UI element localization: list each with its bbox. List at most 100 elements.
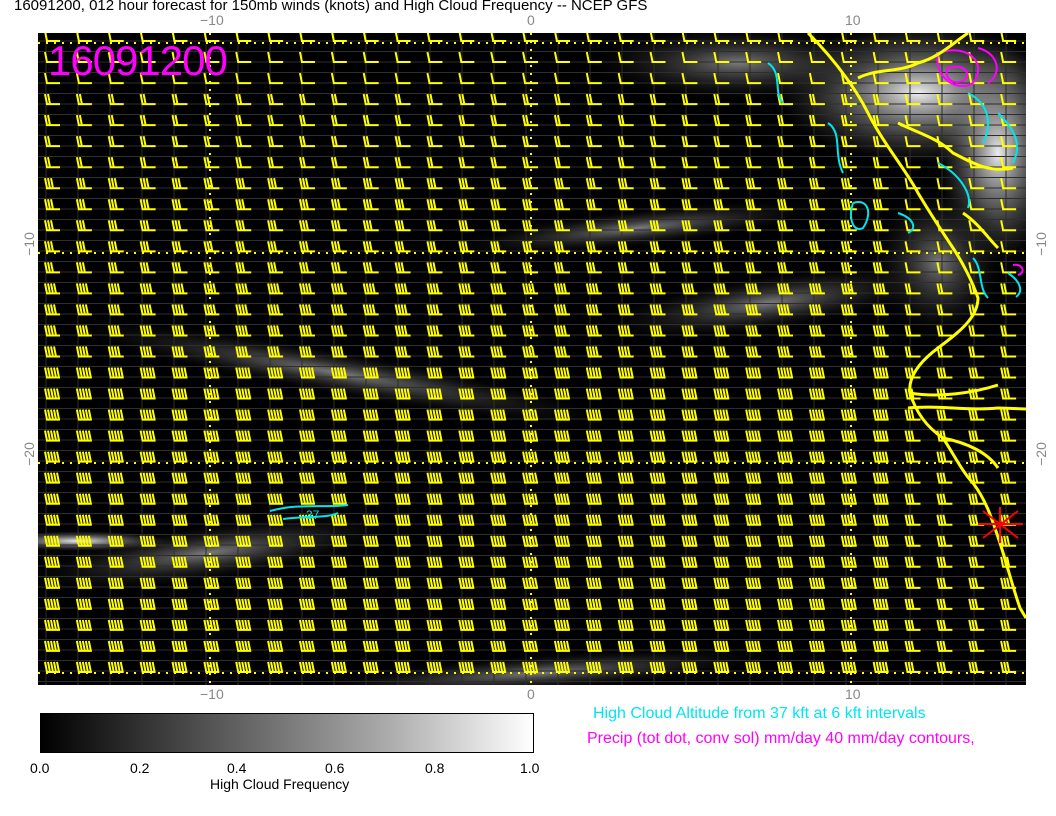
wind-barb	[872, 178, 889, 190]
wind-barb	[44, 262, 60, 274]
wind-barb	[490, 577, 507, 589]
wind-barb	[203, 451, 220, 463]
wind-barb	[522, 451, 539, 463]
wind-barb	[553, 135, 570, 148]
wind-barb	[808, 640, 825, 652]
wind-barb	[649, 135, 666, 148]
wind-barb	[585, 262, 602, 274]
wind-barb	[713, 409, 730, 421]
wind-barb	[1000, 325, 1017, 337]
wind-barb	[490, 430, 507, 442]
wind-barb	[203, 220, 220, 232]
wind-barb	[490, 346, 507, 358]
wind-barb	[681, 409, 698, 421]
wind-barb	[553, 51, 570, 64]
wind-barb	[777, 135, 794, 148]
wind-barb	[808, 388, 825, 400]
wind-barb	[968, 661, 985, 673]
y-tick-left: −10	[21, 232, 37, 256]
wind-barb	[713, 472, 730, 484]
wind-barb	[649, 178, 666, 190]
wind-barb	[617, 409, 634, 421]
wind-barb	[617, 199, 634, 211]
wind-barb	[840, 493, 857, 505]
wind-barb	[840, 640, 857, 652]
wind-barb	[75, 283, 92, 295]
wind-barb	[554, 33, 570, 42]
wind-barb	[872, 199, 889, 211]
wind-barb	[490, 156, 507, 169]
wind-barb	[936, 367, 953, 379]
wind-barb	[872, 388, 889, 400]
wind-barb	[904, 661, 921, 673]
wind-barb	[777, 514, 794, 526]
wind-barb	[171, 135, 188, 148]
wind-barb	[490, 51, 507, 64]
wind-barb	[522, 619, 539, 631]
wind-barb	[585, 283, 602, 295]
wind-barb	[968, 556, 985, 568]
wind-barb	[203, 93, 220, 106]
wind-barb	[585, 598, 602, 610]
wind-barb	[808, 556, 825, 568]
wind-barb	[522, 493, 539, 505]
wind-barb	[75, 493, 92, 505]
wind-barb	[872, 346, 889, 358]
wind-barb	[585, 577, 602, 589]
wind-barb	[553, 577, 570, 589]
wind-barb	[681, 472, 698, 484]
wind-barb	[745, 430, 762, 442]
wind-barb	[522, 93, 539, 106]
wind-barb	[617, 640, 634, 652]
wind-barb	[745, 514, 762, 526]
wind-barb	[808, 346, 825, 358]
wind-barb	[490, 535, 507, 547]
wind-barb	[1000, 598, 1017, 610]
wind-barb	[649, 346, 666, 358]
wind-barb	[649, 514, 666, 526]
wind-barb	[808, 156, 825, 169]
wind-barb	[617, 114, 634, 127]
wind-barb	[75, 430, 92, 442]
wind-barb	[713, 598, 730, 610]
wind-barb	[808, 598, 825, 610]
wind-barb	[936, 409, 953, 421]
wind-barb	[745, 556, 762, 568]
wind-barb	[107, 661, 124, 673]
wind-barb	[490, 135, 507, 148]
wind-barb	[139, 199, 156, 211]
wind-barb	[617, 514, 634, 526]
wind-barb	[203, 135, 220, 148]
wind-barb	[586, 33, 602, 42]
wind-barb	[649, 598, 666, 610]
wind-barb	[840, 325, 857, 337]
wind-barb	[585, 430, 602, 442]
wind-barb	[936, 640, 953, 652]
wind-barb	[585, 451, 602, 463]
wind-barb	[840, 556, 857, 568]
wind-barb	[713, 535, 730, 547]
wind-barb	[808, 493, 825, 505]
wind-barb	[808, 451, 825, 463]
wind-barb	[107, 430, 124, 442]
wind-barb	[777, 178, 794, 190]
wind-barb	[75, 409, 92, 421]
wind-barb	[840, 451, 857, 463]
wind-barb	[1000, 346, 1017, 358]
wind-barb	[713, 619, 730, 631]
wind-barb	[490, 619, 507, 631]
wind-barb	[171, 93, 188, 106]
wind-barb	[203, 409, 220, 421]
wind-barb	[936, 451, 953, 463]
wind-barb	[968, 640, 985, 652]
wind-barb	[203, 514, 220, 526]
wind-barb	[936, 661, 953, 673]
colorbar-tick: 0.2	[130, 760, 150, 776]
wind-barb	[681, 535, 698, 547]
wind-barb	[713, 135, 730, 148]
wind-barb	[553, 430, 570, 442]
wind-barb	[649, 619, 666, 631]
wind-barb	[936, 493, 953, 505]
wind-barb	[553, 199, 570, 211]
precip-contour	[1012, 263, 1024, 276]
